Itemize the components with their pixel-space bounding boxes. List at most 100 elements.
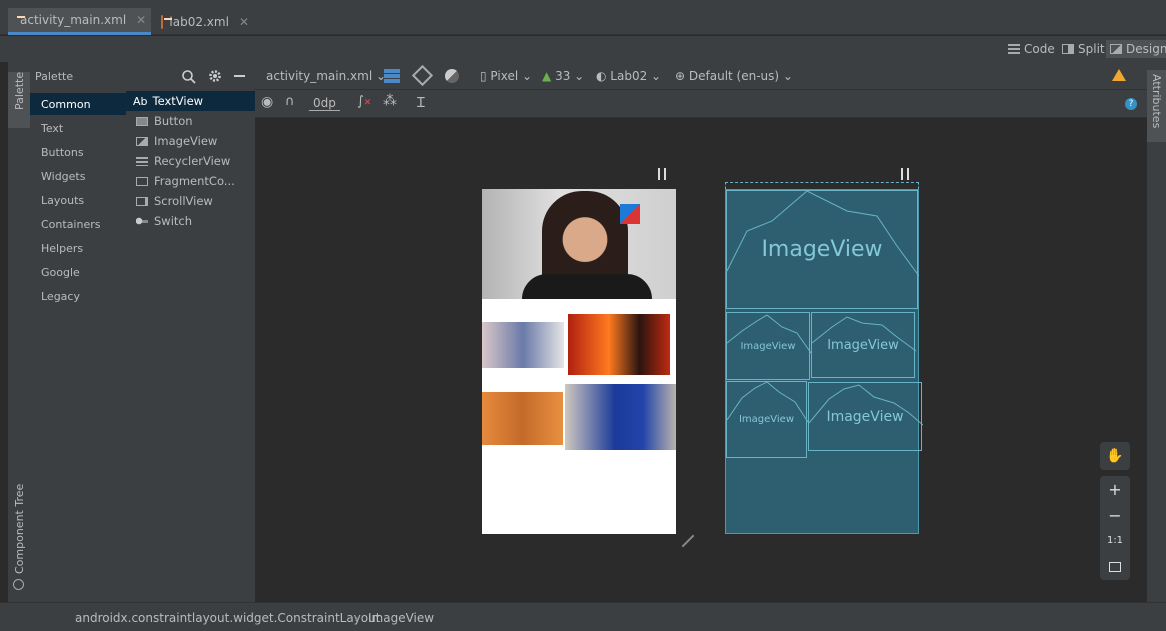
design-canvas[interactable] [255,118,1147,602]
component-tree-label[interactable]: Component Tree [13,484,26,574]
zoom-fit-icon[interactable] [1109,562,1121,572]
palette-category-helpers[interactable]: Helpers [30,237,126,259]
locale-dropdown[interactable]: ⊕ Default (en-us) ⌄ [675,69,793,83]
pan-hand-icon[interactable]: ✋ [1100,442,1130,470]
button-icon [136,116,148,126]
split-label: Split [1078,42,1105,56]
imageview-label: ImageView [827,337,899,353]
grid-image-1[interactable] [482,322,564,368]
device-label: Pixel [490,69,519,83]
blueprint-imageview-3[interactable]: ImageView [726,381,808,458]
palette-item-scrollview[interactable]: ScrollView [126,191,255,211]
breadcrumb-selected[interactable]: ImageView [368,611,434,625]
palette-category-google[interactable]: Google [30,261,126,283]
switch-icon [136,216,148,226]
grid-image-4[interactable] [565,384,676,450]
device-dropdown[interactable]: ▯ Pixel ⌄ [480,69,532,83]
palette-item-label: RecyclerView [154,154,231,168]
palette-item-label: FragmentCo... [154,174,235,188]
split-icon [1062,44,1074,54]
close-icon[interactable]: ✕ [136,13,146,27]
tab-lab02[interactable]: lab02.xml ✕ [155,8,255,35]
palette-item-label: Button [154,114,193,128]
xml-file-icon [161,14,175,29]
palette-category-buttons[interactable]: Buttons [30,141,126,163]
tab-activity-main[interactable]: activity_main.xml ✕ [8,8,151,35]
design-label: Design [1126,42,1166,56]
layout-file-dropdown[interactable]: activity_main.xml ⌄ [266,69,386,83]
layers-icon[interactable] [384,69,400,83]
palette-item-switch[interactable]: Switch [126,211,255,231]
palette-category-widgets[interactable]: Widgets [30,165,126,187]
warning-icon[interactable] [1112,69,1126,81]
minimize-icon[interactable] [234,75,245,77]
api-label: 33 [555,69,571,83]
view-mode-bar: Code Split Design [0,36,1166,62]
code-mode-button[interactable]: Code [1004,40,1059,58]
palette-item-label: ScrollView [154,194,213,208]
design-preview-screen[interactable] [482,189,676,534]
palette-category-legacy[interactable]: Legacy [30,285,126,307]
scroll-icon [136,196,148,206]
search-icon[interactable] [182,70,196,84]
breadcrumb-layout[interactable]: androidx.constraintlayout.widget.Constra… [75,611,380,625]
palette-item-button[interactable]: Button [126,111,255,131]
default-margin-field[interactable]: 0dp [309,96,340,111]
main-image[interactable] [482,189,676,299]
left-edge [0,62,8,602]
night-mode-icon[interactable] [445,69,459,83]
palette-category-containers[interactable]: Containers [30,213,126,235]
theme-dropdown[interactable]: ◐ Lab02 ⌄ [596,69,661,83]
palette-category-text[interactable]: Text [30,117,126,139]
theme-label: Lab02 [610,69,648,83]
eye-icon[interactable]: ◉ [261,94,273,110]
locale-label: Default (en-us) [688,69,780,83]
image-icon [136,136,148,146]
palette-item-recyclerview[interactable]: RecyclerView [126,151,255,171]
fragment-icon [136,176,148,186]
palette-item-imageview[interactable]: ImageView [126,131,255,151]
left-tool-strip: Palette Component Tree [8,62,30,602]
selection-outline [725,182,919,189]
textview-icon: Ab [133,94,148,108]
blueprint-imageview-2[interactable]: ImageView [811,312,916,378]
zoom-actual-size-button[interactable]: 1:1 [1100,535,1130,546]
right-tool-strip: Attributes [1147,62,1166,602]
blueprint-screen[interactable]: ImageView ImageView ImageView ImageView … [725,189,923,534]
blueprint-imageview-1[interactable]: ImageView [726,312,811,380]
grid-image-3[interactable] [482,392,563,445]
infer-constraints-icon[interactable]: ⁂ [383,93,397,109]
magnet-off-icon[interactable]: ∩ [285,94,295,109]
design-toolbar: activity_main.xml ⌄ ▯ Pixel ⌄ ▲ 33 ⌄ ◐ L… [255,62,1147,90]
palette-item-label: Switch [154,214,193,228]
tab-label: lab02.xml [169,14,229,29]
palette-category-layouts[interactable]: Layouts [30,189,126,211]
api-dropdown[interactable]: ▲ 33 ⌄ [542,69,584,83]
breadcrumb: androidx.constraintlayout.widget.Constra… [0,602,1166,631]
grid-image-2[interactable] [568,314,670,375]
breadcrumb-separator: › [354,611,359,625]
split-mode-button[interactable]: Split [1058,40,1109,58]
top-strip [0,0,1166,8]
zoom-out-button[interactable]: − [1100,506,1130,525]
orientation-icon[interactable] [411,64,434,87]
palette-item-textview[interactable]: Ab TextView [126,91,255,111]
globe-icon [13,579,24,590]
tab-label: activity_main.xml [20,13,127,27]
close-icon[interactable]: ✕ [239,15,249,29]
guidelines-icon[interactable]: Ɪ [417,93,425,112]
imageview-label: ImageView [761,237,883,262]
design-mode-button[interactable]: Design [1106,40,1166,58]
palette-category-common[interactable]: Common [30,93,126,115]
help-icon[interactable]: ? [1125,98,1137,110]
pin-icon[interactable] [658,168,666,180]
pin-icon[interactable] [901,168,909,180]
palette-title: Palette [35,70,74,83]
clear-constraints-icon[interactable]: ∫✕ [357,94,371,109]
palette-item-fragment[interactable]: FragmentCo... [126,171,255,191]
zoom-in-button[interactable]: + [1100,480,1130,499]
blueprint-imageview-4[interactable]: ImageView [808,382,923,451]
gear-icon[interactable] [208,69,222,83]
blueprint-imageview-main[interactable]: ImageView [726,190,919,309]
imageview-label: ImageView [740,340,796,352]
